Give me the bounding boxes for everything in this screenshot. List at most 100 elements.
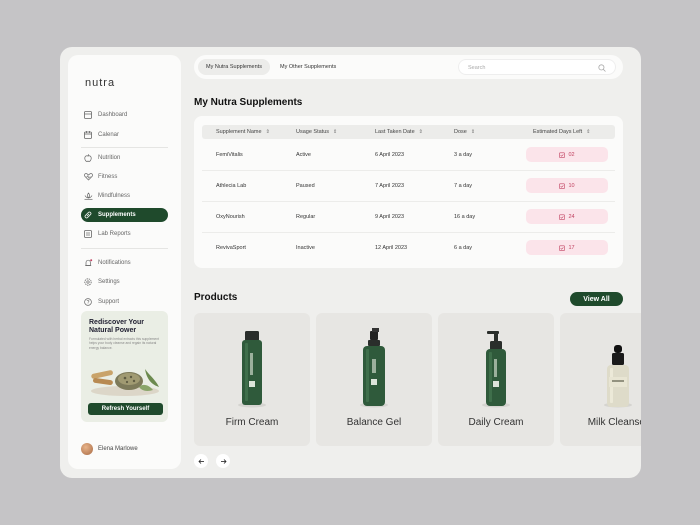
supplement-name: Athlecia Lab	[216, 183, 247, 189]
supplements-section-title: My Nutra Supplements	[194, 97, 303, 108]
table-row[interactable]: OxyNourish Regular 9 April 2023 16 a day…	[202, 202, 615, 233]
dose: 3 a day	[454, 152, 473, 158]
calendar-icon	[83, 130, 93, 140]
view-all-button[interactable]: View All	[570, 292, 623, 306]
apple-icon	[83, 153, 93, 163]
dashboard-icon	[83, 110, 93, 120]
sidebar-item-label: Settings	[98, 279, 120, 285]
last-taken-date: 6 April 2023	[375, 152, 405, 158]
user-name: Elena Marlowe	[98, 446, 138, 452]
sort-icon: ⇕	[470, 129, 476, 135]
tab-my-nutra-supplements[interactable]: My Nutra Supplements	[198, 59, 270, 75]
last-taken-date: 12 April 2023	[375, 245, 408, 251]
arrow-right-icon	[220, 458, 227, 464]
sort-icon: ⇕	[418, 129, 423, 135]
sidebar-item-support[interactable]: Support	[81, 295, 168, 309]
column-header-dose[interactable]: Dose ⇕	[454, 129, 475, 135]
product-card[interactable]: Firm Cream	[194, 313, 310, 446]
user-profile[interactable]: Elena Marlowe	[81, 443, 138, 455]
pump-bottle-image	[482, 331, 510, 408]
last-taken-date: 9 April 2023	[375, 214, 405, 220]
calendar-check-icon	[559, 152, 566, 158]
table-row[interactable]: FemiVitalis Active 6 April 2023 3 a day …	[202, 140, 615, 171]
divider	[81, 147, 168, 148]
dose: 7 a day	[454, 183, 473, 189]
sidebar-item-fitness[interactable]: Fitness	[81, 170, 168, 184]
help-icon	[83, 297, 93, 307]
calendar-check-icon	[559, 214, 566, 220]
heartbeat-icon	[83, 172, 93, 182]
sidebar-item-lab-reports[interactable]: Lab Reports	[81, 227, 168, 241]
herbs-image	[91, 369, 159, 396]
top-bar: My Nutra Supplements My Other Supplement…	[194, 55, 623, 79]
sidebar-item-dashboard[interactable]: Dashboard	[81, 108, 168, 122]
sidebar-item-calendar[interactable]: Calenar	[81, 128, 168, 142]
lotus-icon	[83, 191, 93, 201]
dropper-bottle-image	[604, 345, 632, 408]
product-card[interactable]: Balance Gel	[316, 313, 432, 446]
product-card[interactable]: Daily Cream	[438, 313, 554, 446]
days-left-badge: 24	[526, 209, 608, 224]
arrow-left-icon	[197, 458, 204, 464]
supplement-name: FemiVitalis	[216, 152, 243, 158]
sidebar-item-label: Dashboard	[98, 112, 128, 118]
dose: 16 a day	[454, 214, 476, 220]
days-left-badge: 10	[526, 178, 608, 193]
sidebar: nutra Dashboard Calenar Nutrition Fitnes…	[68, 55, 181, 469]
product-card[interactable]: Milk Cleanser	[560, 313, 641, 446]
sidebar-item-label: Calenar	[98, 132, 120, 138]
calendar-check-icon	[559, 245, 566, 251]
sidebar-item-mindfulness[interactable]: Mindfulness	[81, 189, 168, 203]
usage-status: Paused	[296, 183, 315, 189]
avatar	[81, 443, 93, 455]
sidebar-item-label: Notifications	[98, 260, 131, 266]
sidebar-item-label: Supplements	[98, 212, 136, 218]
products-section-title: Products	[194, 292, 238, 303]
table-row[interactable]: RevivaSport Inactive 12 April 2023 6 a d…	[202, 233, 615, 264]
flask-icon	[83, 229, 93, 239]
products-carousel: Firm Cream Balance Gel Daily Cream Milk …	[194, 313, 641, 446]
carousel-next-button[interactable]	[216, 454, 230, 468]
supplement-name: OxyNourish	[216, 214, 245, 220]
product-name: Firm Cream	[225, 417, 279, 428]
sidebar-item-label: Mindfulness	[98, 193, 131, 199]
calendar-check-icon	[559, 183, 566, 189]
product-name: Milk Cleanser	[587, 417, 641, 428]
promo-text: Formulated with herbal extracts this sup…	[89, 337, 159, 350]
app-logo: nutra	[85, 77, 116, 89]
sort-icon: ⇕	[333, 129, 338, 135]
last-taken-date: 7 April 2023	[375, 183, 405, 189]
supplements-table: Supplement Name ⇕ Usage Status ⇕ Last Take…	[194, 116, 623, 268]
table-header: Supplement Name ⇕ Usage Status ⇕ Last Take…	[202, 125, 615, 139]
sidebar-item-label: Nutrition	[98, 155, 121, 161]
refresh-yourself-button[interactable]: Refresh Yourself	[88, 403, 163, 415]
usage-status: Regular	[296, 214, 316, 220]
column-header-estimated-days-left[interactable]: Estimated Days Left ⇕	[533, 129, 590, 135]
search-icon[interactable]	[598, 64, 606, 72]
pill-icon	[83, 210, 93, 220]
app-window: nutra Dashboard Calenar Nutrition Fitnes…	[60, 47, 641, 478]
bell-icon	[83, 258, 93, 268]
table-row[interactable]: Athlecia Lab Paused 7 April 2023 7 a day…	[202, 171, 615, 202]
column-header-last-taken-date[interactable]: Last Taken Date ⇕	[375, 129, 423, 135]
column-header-supplement-name[interactable]: Supplement Name ⇕	[216, 129, 270, 135]
product-name: Balance Gel	[346, 417, 402, 428]
search-input[interactable]	[468, 63, 593, 72]
sidebar-item-label: Fitness	[98, 174, 118, 180]
supplement-name: RevivaSport	[216, 245, 246, 251]
gear-icon	[83, 277, 93, 287]
sidebar-item-notifications[interactable]: Notifications	[81, 256, 168, 270]
sidebar-item-label: Lab Reports	[98, 231, 131, 237]
tall-bottle-image	[238, 331, 266, 408]
sidebar-item-supplements[interactable]: Supplements	[81, 208, 168, 222]
carousel-prev-button[interactable]	[194, 454, 208, 468]
sort-icon: ⇕	[586, 129, 591, 135]
spray-bottle-image	[360, 328, 388, 408]
tab-my-other-supplements[interactable]: My Other Supplements	[272, 59, 344, 75]
divider	[81, 248, 168, 249]
column-header-usage-status[interactable]: Usage Status ⇕	[296, 129, 337, 135]
sidebar-item-nutrition[interactable]: Nutrition	[81, 151, 168, 165]
sidebar-item-settings[interactable]: Settings	[81, 275, 168, 289]
sort-icon: ⇕	[265, 129, 270, 135]
sidebar-item-label: Support	[98, 299, 120, 305]
